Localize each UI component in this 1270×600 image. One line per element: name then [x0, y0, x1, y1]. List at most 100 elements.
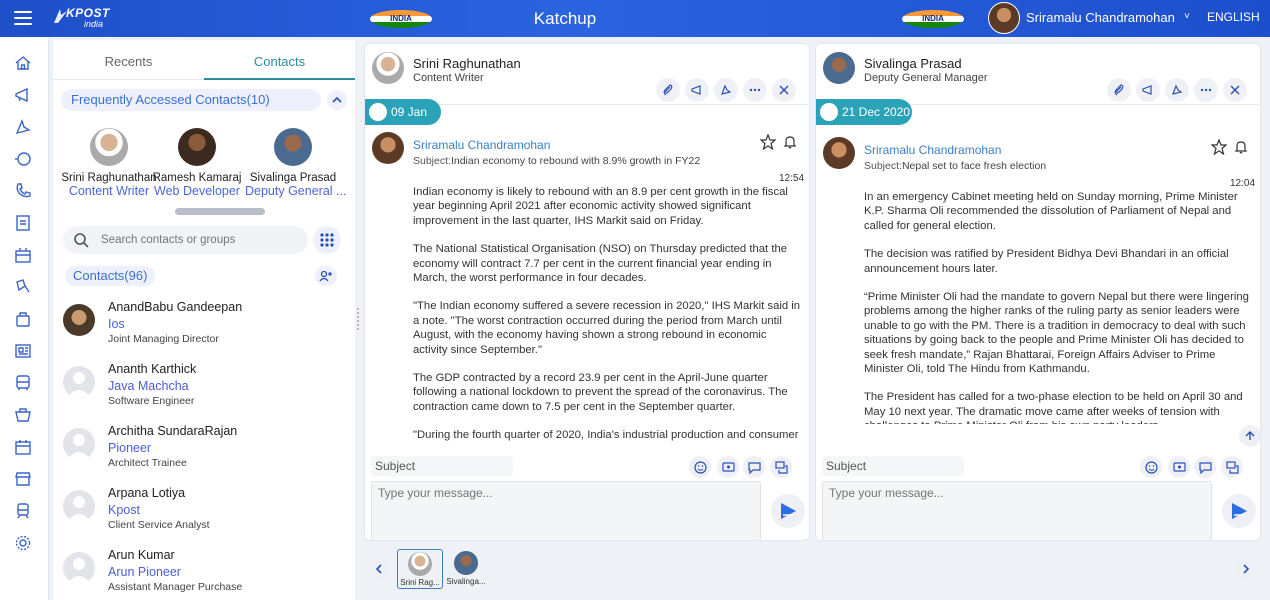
avatar-placeholder-icon — [63, 366, 95, 398]
contact-row[interactable]: AnandBabu Gandeepan Ios Joint Managing D… — [61, 300, 351, 358]
minimized-chat[interactable]: Srini Rag... — [397, 549, 443, 589]
user-name[interactable]: Sriramalu Chandramohan — [1026, 10, 1175, 25]
chat-bubble-icon[interactable] — [12, 148, 34, 170]
video-chat-icon[interactable] — [1168, 456, 1190, 478]
news-icon[interactable] — [12, 340, 34, 362]
calendar-icon[interactable] — [12, 436, 34, 458]
message-subject: Subject:Indian economy to rebound with 8… — [413, 155, 701, 167]
message-box[interactable] — [371, 481, 761, 540]
frequent-contact[interactable]: Srini Raghunathan Content Writer — [61, 128, 157, 198]
bus-icon[interactable] — [12, 372, 34, 394]
chevron-left-icon[interactable] — [368, 558, 390, 580]
date-icon — [820, 103, 838, 121]
bell-icon[interactable] — [782, 134, 798, 150]
contact-role: Architect Trainee — [108, 457, 187, 469]
message-time: 12:04 — [1230, 178, 1256, 189]
contact-row[interactable]: Arun Kumar Arun Pioneer Assistant Manage… — [61, 548, 351, 600]
message-icon[interactable] — [1194, 456, 1216, 478]
message-icon[interactable] — [743, 456, 765, 478]
share-screen-icon[interactable] — [770, 456, 792, 478]
search-icon — [74, 233, 89, 248]
contact-row[interactable]: Architha SundaraRajan Pioneer Architect … — [61, 424, 351, 482]
subject-input[interactable] — [371, 456, 513, 476]
resize-handle[interactable] — [356, 308, 360, 332]
more-icon[interactable] — [1194, 78, 1218, 102]
contact-department: Ios — [108, 317, 125, 331]
subject-input[interactable] — [822, 456, 964, 476]
menu-icon[interactable] — [14, 11, 32, 25]
subject-field[interactable] — [371, 456, 513, 476]
message-sender[interactable]: Sriramalu Chandramohan — [413, 138, 550, 152]
avatar — [823, 52, 855, 84]
frequent-contact-role: Content Writer — [68, 184, 150, 198]
avatar-placeholder-icon — [63, 552, 95, 584]
emoji-icon[interactable] — [689, 456, 711, 478]
language-selector[interactable]: ENGLISH — [1207, 10, 1260, 24]
close-icon[interactable] — [1223, 78, 1247, 102]
logo-subtext: india — [84, 19, 104, 29]
add-contact-icon[interactable] — [315, 266, 337, 286]
star-icon[interactable] — [1211, 139, 1227, 155]
message-input[interactable] — [372, 482, 760, 540]
cart-icon[interactable] — [12, 404, 34, 426]
settings-icon[interactable] — [12, 532, 34, 554]
video-chat-icon[interactable] — [717, 456, 739, 478]
frequent-contact-name: Srini Raghunathan — [61, 172, 157, 184]
message-subject: Subject:Nepal set to face fresh election — [864, 160, 1047, 172]
subject-field[interactable] — [822, 456, 964, 476]
attach-icon[interactable] — [656, 78, 680, 102]
phone-icon[interactable] — [12, 180, 34, 202]
message-sender[interactable]: Sriramalu Chandramohan — [864, 143, 1001, 157]
scroll-up-icon[interactable] — [1239, 425, 1260, 447]
contact-role: Assistant Manager Purchase — [108, 581, 243, 593]
send-button[interactable] — [771, 494, 805, 528]
star-icon[interactable] — [760, 134, 776, 150]
message-body: In an emergency Cabinet meeting held on … — [864, 190, 1254, 424]
megaphone-icon[interactable] — [685, 78, 709, 102]
contact-name: AnandBabu Gandeepan — [108, 300, 243, 314]
horizontal-scrollbar[interactable] — [175, 208, 265, 215]
tab-contacts[interactable]: Contacts — [204, 54, 355, 69]
contact-department: Arun Pioneer — [108, 565, 181, 579]
home-icon[interactable] — [12, 52, 34, 74]
document-icon[interactable] — [12, 212, 34, 234]
app-title: Katchup — [533, 9, 597, 28]
tab-recents[interactable]: Recents — [53, 54, 204, 69]
more-icon[interactable] — [743, 78, 767, 102]
minimized-chat[interactable]: Sivalinga... — [443, 549, 489, 589]
chevron-right-icon[interactable] — [1235, 558, 1257, 580]
apps-grid-icon[interactable] — [313, 226, 341, 254]
frequent-contact[interactable]: Sivalinga Prasad Deputy General ... — [245, 128, 346, 198]
megaphone-icon[interactable] — [12, 84, 34, 106]
bag-icon[interactable] — [12, 308, 34, 330]
chevron-up-icon[interactable] — [327, 90, 347, 110]
contact-search[interactable] — [63, 226, 308, 254]
paper-plane-icon[interactable] — [1165, 78, 1189, 102]
search-input[interactable] — [101, 232, 296, 248]
user-avatar[interactable] — [988, 2, 1020, 34]
bell-icon[interactable] — [1233, 139, 1249, 155]
message-paragraph: Indian economy is likely to rebound with… — [413, 186, 788, 227]
message-paragraph: The decision was ratified by President B… — [864, 248, 1229, 275]
store-icon[interactable] — [12, 468, 34, 490]
close-icon[interactable] — [772, 78, 796, 102]
gift-icon[interactable] — [12, 276, 34, 298]
message-box[interactable] — [822, 481, 1212, 540]
paper-plane-icon[interactable] — [12, 116, 34, 138]
paper-plane-icon[interactable] — [714, 78, 738, 102]
frequent-contact[interactable]: Ramesh Kamaraj Web Developer — [149, 128, 245, 198]
megaphone-icon[interactable] — [1136, 78, 1160, 102]
chat-contact-role: Deputy General Manager — [864, 72, 988, 84]
avatar-placeholder-icon — [63, 490, 95, 522]
contact-row[interactable]: Arpana Lotiya Kpost Client Service Analy… — [61, 486, 351, 544]
train-icon[interactable] — [12, 500, 34, 522]
emoji-icon[interactable] — [1140, 456, 1162, 478]
chevron-down-icon[interactable]: ˅ — [1184, 11, 1190, 22]
share-screen-icon[interactable] — [1221, 456, 1243, 478]
attach-icon[interactable] — [1107, 78, 1131, 102]
contact-row[interactable]: Ananth Karthick Java Machcha Software En… — [61, 362, 351, 420]
send-button[interactable] — [1222, 494, 1256, 528]
message-body: Indian economy is likely to rebound with… — [413, 185, 803, 445]
calendar-box-icon[interactable] — [12, 244, 34, 266]
message-input[interactable] — [823, 482, 1211, 540]
